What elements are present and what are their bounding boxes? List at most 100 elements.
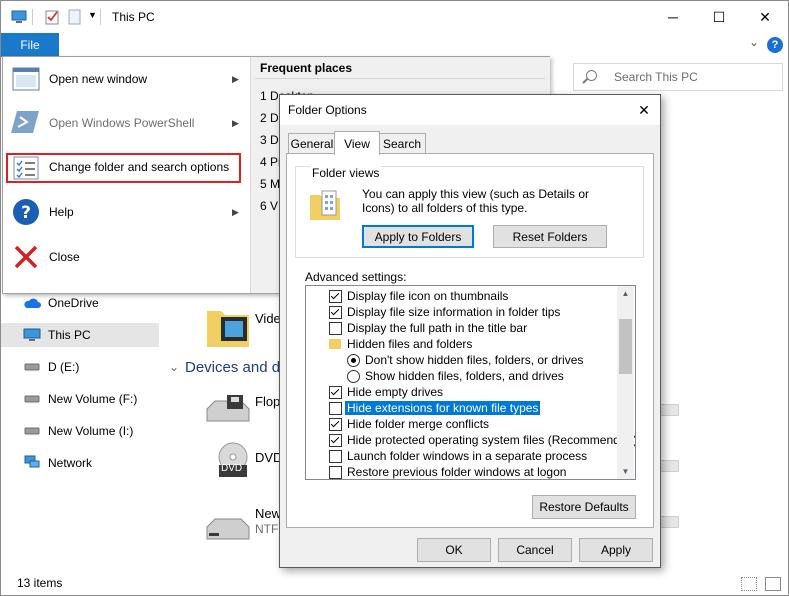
nav-label: Network (48, 456, 93, 470)
tab-general[interactable]: General (288, 133, 336, 154)
menu-item-label: Open new window (49, 72, 148, 86)
window-title: This PC (112, 10, 155, 24)
checkbox[interactable] (329, 433, 342, 447)
setting-label: Show hidden files, folders, and drives (365, 369, 564, 383)
nav-item-drive-f[interactable]: New Volume (F:) (1, 387, 159, 411)
nav-item-network[interactable]: Network (1, 451, 159, 475)
setting-label: Hide extensions for known file types (345, 401, 541, 415)
frequent-places-title: Frequent places (260, 61, 353, 75)
checkbox[interactable] (329, 289, 342, 303)
nav-item-drive-i[interactable]: New Volume (I:) (1, 419, 159, 443)
checkbox[interactable] (329, 401, 342, 415)
radio-button[interactable] (347, 369, 360, 383)
scroll-down-icon[interactable]: ▼ (617, 464, 634, 478)
minimize-button[interactable]: ─ (650, 1, 696, 33)
nav-item-onedrive[interactable]: OneDrive (1, 291, 159, 315)
search-icon (586, 70, 597, 81)
frequent-place-item[interactable]: 4 Pi (260, 155, 281, 169)
floppy-label[interactable]: Flop (255, 394, 280, 409)
dvd-badge: DVD (221, 463, 243, 474)
close-button[interactable]: ✕ (742, 1, 788, 33)
setting-hide-merge-conflicts[interactable]: Hide folder merge conflicts (306, 416, 616, 432)
folder-views-group: Folder views You can apply this view (su… (295, 166, 644, 258)
checkbox[interactable] (329, 321, 342, 335)
floppy-drive-icon (206, 395, 250, 422)
nav-item-drive-e[interactable]: D (E:) (1, 355, 159, 379)
scroll-up-icon[interactable]: ▲ (617, 286, 634, 300)
restore-defaults-button[interactable]: Restore Defaults (532, 495, 636, 519)
qat-dropdown-icon[interactable]: ▼ (88, 10, 97, 20)
list-scrollbar[interactable]: ▲ ▼ (617, 286, 634, 479)
section-collapse-icon[interactable]: ⌄ (169, 360, 179, 374)
ok-button[interactable]: OK (417, 538, 491, 562)
frequent-place-item[interactable]: 2 D (260, 111, 279, 125)
new-volume-label[interactable]: New (255, 506, 281, 521)
checkbox[interactable] (329, 465, 342, 479)
setting-display-file-size[interactable]: Display file size information in folder … (306, 304, 616, 320)
setting-hide-empty-drives[interactable]: Hide empty drives (306, 384, 616, 400)
folder-options-dialog: Folder Options ✕ General View Search Fol… (279, 94, 661, 568)
setting-hide-protected-files[interactable]: Hide protected operating system files (R… (306, 432, 635, 448)
checkbox[interactable] (329, 417, 342, 431)
setting-show-hidden[interactable]: Show hidden files, folders, and drives (306, 368, 616, 384)
dialog-close-button[interactable]: ✕ (632, 99, 656, 121)
radio-button[interactable] (347, 353, 360, 367)
submenu-arrow-icon: ▶ (232, 207, 239, 217)
setting-hidden-files-group: Hidden files and folders (306, 336, 616, 352)
submenu-arrow-icon: ▶ (232, 74, 239, 84)
setting-label: Hide folder merge conflicts (347, 417, 490, 431)
this-pc-icon (23, 328, 41, 341)
scrollbar-thumb[interactable] (619, 319, 632, 374)
new-folder-icon[interactable] (67, 9, 83, 25)
checkbox[interactable] (329, 449, 342, 463)
search-box[interactable]: Search This PC (573, 63, 783, 91)
menu-item-open-new-window[interactable]: Open new window ▶ (3, 57, 249, 101)
apply-button[interactable]: Apply (579, 538, 653, 562)
frequent-place-item[interactable]: 5 M (260, 177, 280, 191)
file-menu-commands: Open new window ▶ Open Windows PowerShel… (3, 57, 249, 293)
dialog-title-bar: Folder Options ✕ (280, 95, 660, 125)
menu-item-open-powershell[interactable]: Open Windows PowerShell ▶ (3, 101, 249, 145)
large-icons-view-icon[interactable] (765, 577, 781, 591)
setting-dont-show-hidden[interactable]: Don't show hidden files, folders, or dri… (306, 352, 616, 368)
advanced-settings-list[interactable]: Display file icon on thumbnails Display … (305, 285, 636, 480)
setting-label: Display file size information in folder … (347, 305, 561, 319)
drive-usage-bar (659, 516, 679, 528)
frequent-place-item[interactable]: 3 D (260, 133, 279, 147)
setting-full-path-title[interactable]: Display the full path in the title bar (306, 320, 616, 336)
help-icon: ? (13, 199, 39, 225)
setting-restore-windows[interactable]: Restore previous folder windows at logon (306, 464, 616, 479)
tab-search[interactable]: Search (378, 133, 426, 154)
drive-icon (24, 395, 40, 403)
setting-display-file-icon[interactable]: Display file icon on thumbnails (306, 288, 616, 304)
folder-icon (329, 339, 341, 349)
help-icon[interactable]: ? (767, 37, 783, 53)
menu-item-close[interactable]: Close (3, 235, 249, 279)
nav-label: OneDrive (48, 296, 99, 310)
nav-item-this-pc[interactable]: This PC (1, 323, 159, 347)
submenu-arrow-icon: ▶ (232, 118, 239, 128)
search-input[interactable]: Search This PC (614, 70, 698, 84)
setting-separate-process[interactable]: Launch folder windows in a separate proc… (306, 448, 616, 464)
ribbon-expand-icon[interactable]: ⌄ (749, 35, 759, 49)
setting-hide-extensions[interactable]: Hide extensions for known file types (306, 400, 616, 416)
properties-icon[interactable] (44, 9, 60, 25)
maximize-button[interactable]: ☐ (696, 1, 742, 33)
checkbox[interactable] (329, 305, 342, 319)
qat-separator (32, 9, 33, 25)
folder-views-description: You can apply this view (such as Details… (362, 187, 590, 215)
details-view-icon[interactable] (741, 577, 757, 591)
checkbox[interactable] (329, 385, 342, 399)
close-icon (14, 245, 38, 269)
file-tab[interactable]: File (1, 33, 59, 57)
apply-to-folders-button[interactable]: Apply to Folders (362, 225, 474, 248)
cancel-button[interactable]: Cancel (498, 538, 572, 562)
menu-item-help[interactable]: ? Help ▶ (3, 190, 249, 234)
reset-folders-button[interactable]: Reset Folders (493, 225, 607, 248)
frequent-place-item[interactable]: 6 V (260, 199, 278, 213)
videos-label[interactable]: Vide (255, 311, 281, 326)
setting-label: Hide empty drives (347, 385, 444, 399)
status-item-count: 13 items (17, 576, 63, 590)
svg-text:?: ? (21, 203, 31, 223)
tab-view[interactable]: View (334, 131, 380, 155)
